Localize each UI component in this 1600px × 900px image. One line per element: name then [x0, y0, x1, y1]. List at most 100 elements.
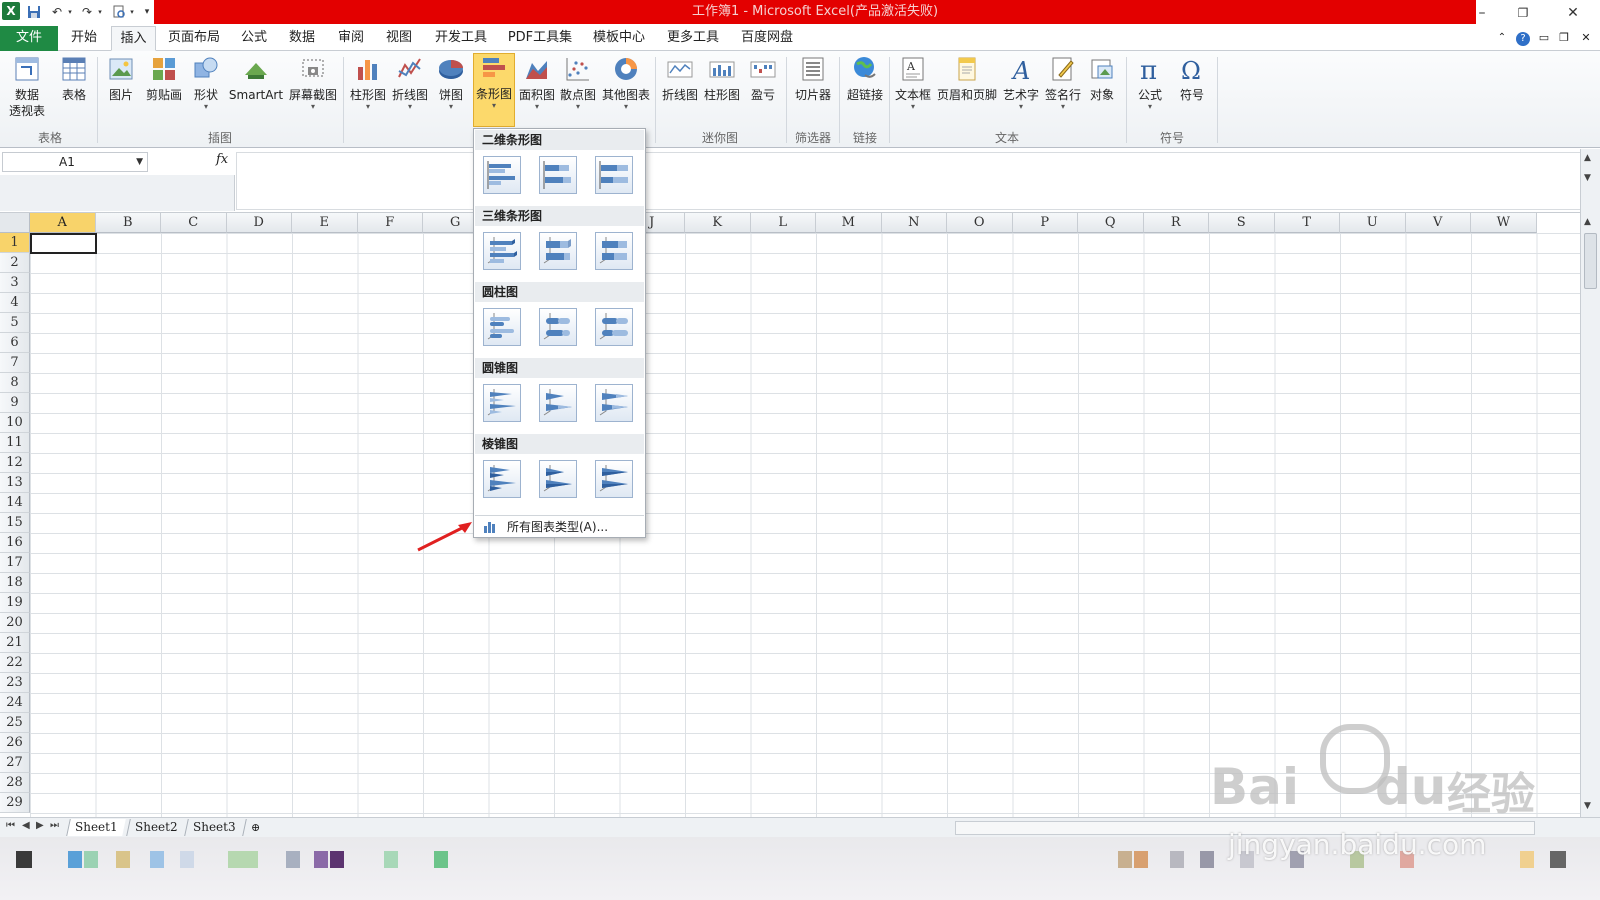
column-header-k[interactable]: K	[685, 213, 751, 233]
stacked-bar-option[interactable]	[539, 156, 577, 194]
vertical-scrollbar[interactable]: ▲ ▼ ▲ ▼	[1580, 149, 1600, 817]
worksheet-grid[interactable]: ABCDEFGHIJKLMNOPQRSTUVW 1234567891011121…	[0, 213, 1580, 817]
3d-clustered-bar-option[interactable]	[483, 232, 521, 270]
column-header-d[interactable]: D	[226, 213, 292, 233]
row-header-29[interactable]: 29	[0, 793, 30, 813]
tab-home[interactable]: 开始	[64, 26, 104, 51]
name-box-dropdown-icon[interactable]: ▼	[136, 153, 143, 171]
insert-sheet-icon[interactable]: ⊕	[242, 819, 269, 836]
column-header-a[interactable]: A	[30, 213, 96, 233]
column-header-w[interactable]: W	[1471, 213, 1537, 233]
clustered-cylinder-option[interactable]	[483, 308, 521, 346]
minimize-icon[interactable]: –	[1467, 2, 1497, 24]
signature-line-button[interactable]: 签名行 ▾	[1043, 55, 1083, 111]
wordart-button[interactable]: A 艺术字 ▾	[1001, 55, 1041, 111]
tab-developer[interactable]: 开发工具	[430, 26, 492, 51]
next-sheet-icon[interactable]: ▶	[36, 820, 44, 831]
clustered-bar-option[interactable]	[483, 156, 521, 194]
row-header-12[interactable]: 12	[0, 453, 30, 473]
row-header-25[interactable]: 25	[0, 713, 30, 733]
name-box[interactable]: A1 ▼	[2, 152, 148, 172]
first-sheet-icon[interactable]: ⏮	[6, 820, 15, 831]
shapes-button[interactable]: 形状 ▾	[190, 55, 222, 111]
row-header-17[interactable]: 17	[0, 553, 30, 573]
row-header-27[interactable]: 27	[0, 753, 30, 773]
customize-qat-icon[interactable]: ▾	[142, 3, 152, 21]
scroll-up-icon[interactable]: ▲	[1584, 217, 1591, 227]
scroll-thumb[interactable]	[1584, 233, 1597, 289]
sheet-tab-2[interactable]: Sheet2	[126, 819, 186, 836]
hyperlink-button[interactable]: 超链接	[844, 55, 886, 103]
object-button[interactable]: 对象	[1085, 55, 1119, 103]
percent-stacked-cone-option[interactable]	[595, 384, 633, 422]
clustered-pyramid-option[interactable]	[483, 460, 521, 498]
row-header-23[interactable]: 23	[0, 673, 30, 693]
tab-insert[interactable]: 插入	[111, 26, 156, 51]
sparkline-column-button[interactable]: 柱形图	[702, 55, 742, 103]
row-header-7[interactable]: 7	[0, 353, 30, 373]
area-chart-button[interactable]: 面积图 ▾	[518, 55, 556, 111]
save-icon[interactable]	[26, 3, 42, 21]
close-icon[interactable]: ✕	[1558, 2, 1588, 24]
row-header-15[interactable]: 15	[0, 513, 30, 533]
row-header-24[interactable]: 24	[0, 693, 30, 713]
undo-icon[interactable]: ↶	[48, 3, 66, 21]
percent-stacked-bar-option[interactable]	[595, 156, 633, 194]
tab-view[interactable]: 视图	[381, 26, 417, 51]
doc-minimize-icon[interactable]: ▭	[1536, 26, 1552, 51]
tab-template-center[interactable]: 模板中心	[588, 26, 650, 51]
select-all-corner[interactable]	[0, 213, 30, 233]
column-header-q[interactable]: Q	[1078, 213, 1144, 233]
line-chart-button[interactable]: 折线图 ▾	[391, 55, 429, 111]
screenshot-button[interactable]: 屏幕截图 ▾	[287, 55, 339, 111]
row-header-26[interactable]: 26	[0, 733, 30, 753]
redo-icon[interactable]: ↷	[78, 3, 96, 21]
column-header-n[interactable]: N	[881, 213, 947, 233]
row-header-4[interactable]: 4	[0, 293, 30, 313]
help-icon[interactable]: ?	[1514, 26, 1532, 51]
row-header-10[interactable]: 10	[0, 413, 30, 433]
header-footer-button[interactable]: 页眉和页脚	[935, 55, 999, 103]
tab-pdf-tools[interactable]: PDF工具集	[505, 26, 575, 51]
row-header-3[interactable]: 3	[0, 273, 30, 293]
percent-stacked-pyramid-option[interactable]	[595, 460, 633, 498]
undo-dropdown-icon[interactable]: ▾	[66, 3, 74, 21]
row-header-5[interactable]: 5	[0, 313, 30, 333]
last-sheet-icon[interactable]: ⏭	[50, 820, 59, 831]
print-dropdown-icon[interactable]: ▾	[128, 3, 136, 21]
row-header-19[interactable]: 19	[0, 593, 30, 613]
column-header-v[interactable]: V	[1405, 213, 1471, 233]
column-header-u[interactable]: U	[1340, 213, 1406, 233]
restore-icon[interactable]: ❐	[1508, 2, 1538, 24]
sheet-tab-3[interactable]: Sheet3	[184, 819, 244, 836]
active-cell[interactable]	[30, 233, 97, 254]
row-header-2[interactable]: 2	[0, 253, 30, 273]
stacked-pyramid-option[interactable]	[539, 460, 577, 498]
doc-restore-icon[interactable]: ❐	[1556, 26, 1572, 51]
scroll-down-icon[interactable]: ▼	[1584, 801, 1591, 811]
excel-logo-icon[interactable]: X	[2, 2, 20, 20]
row-header-8[interactable]: 8	[0, 373, 30, 393]
prev-sheet-icon[interactable]: ◀	[22, 820, 30, 831]
percent-stacked-cylinder-option[interactable]	[595, 308, 633, 346]
row-header-9[interactable]: 9	[0, 393, 30, 413]
clipart-button[interactable]: 剪贴画	[143, 55, 185, 103]
column-header-s[interactable]: S	[1209, 213, 1275, 233]
row-header-16[interactable]: 16	[0, 533, 30, 553]
row-header-1[interactable]: 1	[0, 233, 30, 253]
column-header-e[interactable]: E	[292, 213, 358, 233]
formula-bar-scroll-down-icon[interactable]: ▼	[1584, 173, 1591, 183]
cell-gridlines[interactable]	[30, 233, 1580, 817]
all-chart-types-button[interactable]: 所有图表类型(A)...	[475, 515, 644, 537]
row-header-18[interactable]: 18	[0, 573, 30, 593]
smartart-button[interactable]: SmartArt	[228, 55, 284, 103]
sheet-tab-1[interactable]: Sheet1	[66, 819, 126, 836]
row-header-28[interactable]: 28	[0, 773, 30, 793]
3d-stacked-bar-option[interactable]	[539, 232, 577, 270]
stacked-cylinder-option[interactable]	[539, 308, 577, 346]
tab-file[interactable]: 文件	[0, 26, 58, 51]
row-header-11[interactable]: 11	[0, 433, 30, 453]
sparkline-line-button[interactable]: 折线图	[660, 55, 700, 103]
formula-bar-scroll-up-icon[interactable]: ▲	[1584, 153, 1591, 163]
row-header-6[interactable]: 6	[0, 333, 30, 353]
